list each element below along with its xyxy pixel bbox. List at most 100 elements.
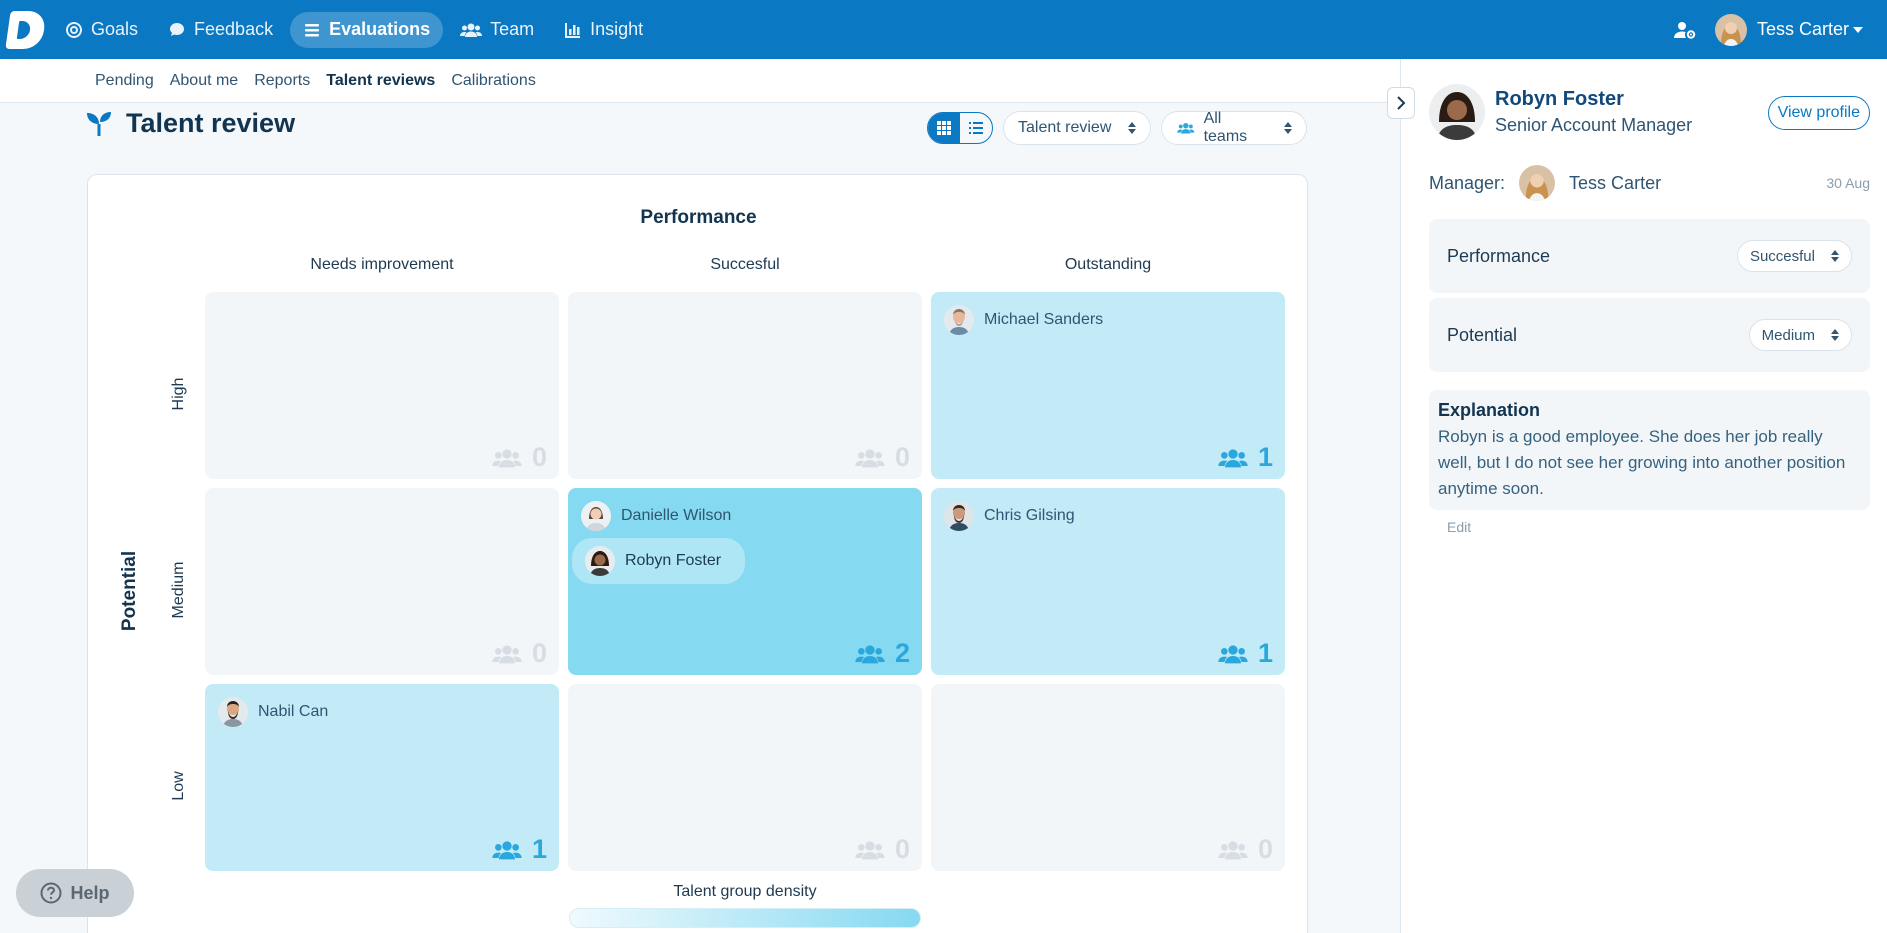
manager-label: Manager: bbox=[1429, 172, 1506, 193]
subnav-calibrations[interactable]: Calibrations bbox=[451, 72, 535, 90]
performance-select-value: Succesful bbox=[1749, 247, 1815, 265]
people-icon bbox=[1177, 122, 1195, 134]
manager-name[interactable]: Tess Carter bbox=[1569, 173, 1661, 194]
view-toggle bbox=[927, 112, 993, 144]
grid-cell-low-outstanding[interactable]: 0 bbox=[931, 684, 1285, 871]
people-icon bbox=[1218, 644, 1248, 663]
row-label-low-text: Low bbox=[170, 771, 187, 801]
person-chip-selected[interactable]: Robyn Foster bbox=[572, 538, 746, 584]
explanation-text: Robyn is a good employee. She does her j… bbox=[1438, 427, 1846, 498]
people-icon bbox=[1218, 448, 1248, 467]
cell-count: 0 bbox=[490, 442, 547, 473]
top-navbar: Goals Feedback Evaluations Team Insight … bbox=[0, 0, 1887, 59]
person-name: Chris Gilsing bbox=[984, 507, 1075, 524]
people-icon bbox=[855, 840, 885, 859]
potential-axis-title-text: Potential bbox=[119, 550, 140, 632]
nav-team[interactable]: Team bbox=[447, 12, 547, 48]
grid-cell-high-outstanding[interactable]: Michael Sanders 1 bbox=[931, 292, 1285, 479]
performance-label: Performance bbox=[1447, 245, 1551, 266]
people-icon bbox=[1218, 840, 1248, 859]
subnav-pending[interactable]: Pending bbox=[95, 72, 154, 90]
target-icon bbox=[66, 21, 82, 38]
page-header: Talent review bbox=[86, 108, 295, 139]
review-select[interactable]: Talent review bbox=[1003, 111, 1151, 145]
logo-d-icon bbox=[5, 10, 47, 49]
help-label: Help bbox=[70, 882, 110, 903]
cell-count-value: 1 bbox=[1257, 638, 1273, 668]
potential-select[interactable]: Medium bbox=[1748, 319, 1852, 351]
column-label-succesful: Succesful bbox=[710, 256, 780, 273]
manager-row: Manager: Tess Carter 30 Aug bbox=[1429, 165, 1870, 201]
user-menu[interactable]: Tess Carter bbox=[1714, 13, 1863, 46]
sort-arrows-icon bbox=[1831, 250, 1839, 262]
cell-count-value: 0 bbox=[1257, 834, 1273, 864]
grid-cell-low-needs-improvement[interactable]: Nabil Can 1 bbox=[205, 684, 559, 871]
avatar bbox=[1519, 165, 1556, 201]
grid-cell-low-succesful[interactable]: 0 bbox=[568, 684, 922, 871]
grid-cell-high-succesful[interactable]: 0 bbox=[568, 292, 922, 479]
potential-field: Potential Medium bbox=[1429, 298, 1870, 372]
employee-side-panel: Robyn Foster Senior Account Manager View… bbox=[1400, 59, 1887, 933]
grid-cell-medium-outstanding[interactable]: Chris Gilsing 1 bbox=[931, 488, 1285, 675]
employee-header: Robyn Foster Senior Account Manager bbox=[1429, 84, 1692, 140]
avatar bbox=[944, 305, 974, 335]
collapse-panel-button[interactable] bbox=[1387, 87, 1415, 119]
performance-select[interactable]: Succesful bbox=[1736, 240, 1852, 272]
review-select-value: Talent review bbox=[1018, 119, 1112, 136]
teams-select[interactable]: All teams bbox=[1161, 110, 1307, 145]
row-label-high-text: High bbox=[170, 377, 187, 411]
explanation-box: Explanation Robyn is a good employee. Sh… bbox=[1429, 390, 1870, 510]
grid-cell-high-needs-improvement[interactable]: 0 bbox=[205, 292, 559, 479]
column-label-outstanding: Outstanding bbox=[1064, 256, 1152, 273]
bar-chart-icon bbox=[565, 22, 581, 38]
page-title: Talent review bbox=[126, 108, 296, 138]
subnav-talent-reviews[interactable]: Talent reviews bbox=[326, 72, 435, 90]
nav-feedback[interactable]: Feedback bbox=[155, 12, 286, 48]
potential-label: Potential bbox=[1447, 324, 1518, 345]
person-chip[interactable]: Nabil Can bbox=[218, 694, 344, 730]
grid-view-button[interactable] bbox=[928, 113, 960, 143]
nav-team-label: Team bbox=[490, 19, 535, 39]
user-settings-icon[interactable] bbox=[1673, 20, 1697, 40]
nav-evaluations[interactable]: Evaluations bbox=[290, 11, 444, 48]
sort-arrows-icon bbox=[1284, 122, 1292, 134]
person-name: Michael Sanders bbox=[984, 311, 1104, 328]
edit-link[interactable]: Edit bbox=[1447, 519, 1471, 535]
cell-count-value: 0 bbox=[894, 442, 910, 472]
grid-cell-medium-succesful[interactable]: Danielle Wilson Robyn Foster 2 bbox=[568, 488, 922, 675]
density-label: Talent group density bbox=[673, 883, 817, 900]
cell-count-value: 0 bbox=[531, 442, 547, 472]
density-gradient-bar bbox=[569, 908, 921, 928]
review-date: 30 Aug bbox=[1826, 175, 1870, 191]
avatar bbox=[1429, 84, 1485, 140]
performance-field: Performance Succesful bbox=[1429, 219, 1870, 293]
app-logo[interactable] bbox=[0, 0, 52, 59]
subnav-about-me[interactable]: About me bbox=[170, 72, 238, 90]
cell-count-value: 1 bbox=[1257, 442, 1273, 472]
people-icon bbox=[492, 448, 522, 467]
avatar bbox=[944, 501, 974, 531]
avatar bbox=[585, 546, 615, 576]
person-chip[interactable]: Chris Gilsing bbox=[944, 498, 1091, 534]
help-button[interactable]: Help bbox=[16, 869, 134, 917]
person-name: Robyn Foster bbox=[625, 552, 722, 569]
sprout-icon bbox=[87, 111, 111, 136]
nav-insight[interactable]: Insight bbox=[551, 12, 656, 48]
person-chip[interactable]: Michael Sanders bbox=[944, 302, 1119, 338]
person-chip[interactable]: Danielle Wilson bbox=[581, 498, 747, 534]
teams-select-value: All teams bbox=[1203, 110, 1248, 145]
list-view-button[interactable] bbox=[960, 113, 992, 143]
view-profile-button[interactable]: View profile bbox=[1767, 96, 1870, 130]
cell-count: 2 bbox=[853, 638, 910, 669]
avatar bbox=[581, 501, 611, 531]
chevron-right-icon bbox=[1397, 96, 1406, 110]
people-icon bbox=[492, 840, 522, 859]
employee-name: Robyn Foster bbox=[1495, 88, 1624, 110]
speech-bubble-icon bbox=[170, 22, 185, 36]
nav-insight-label: Insight bbox=[590, 19, 644, 39]
nav-goals[interactable]: Goals bbox=[52, 12, 151, 48]
subnav-reports[interactable]: Reports bbox=[254, 72, 310, 90]
person-name: Danielle Wilson bbox=[621, 507, 732, 524]
grid-cell-medium-needs-improvement[interactable]: 0 bbox=[205, 488, 559, 675]
cell-count: 0 bbox=[853, 442, 910, 473]
